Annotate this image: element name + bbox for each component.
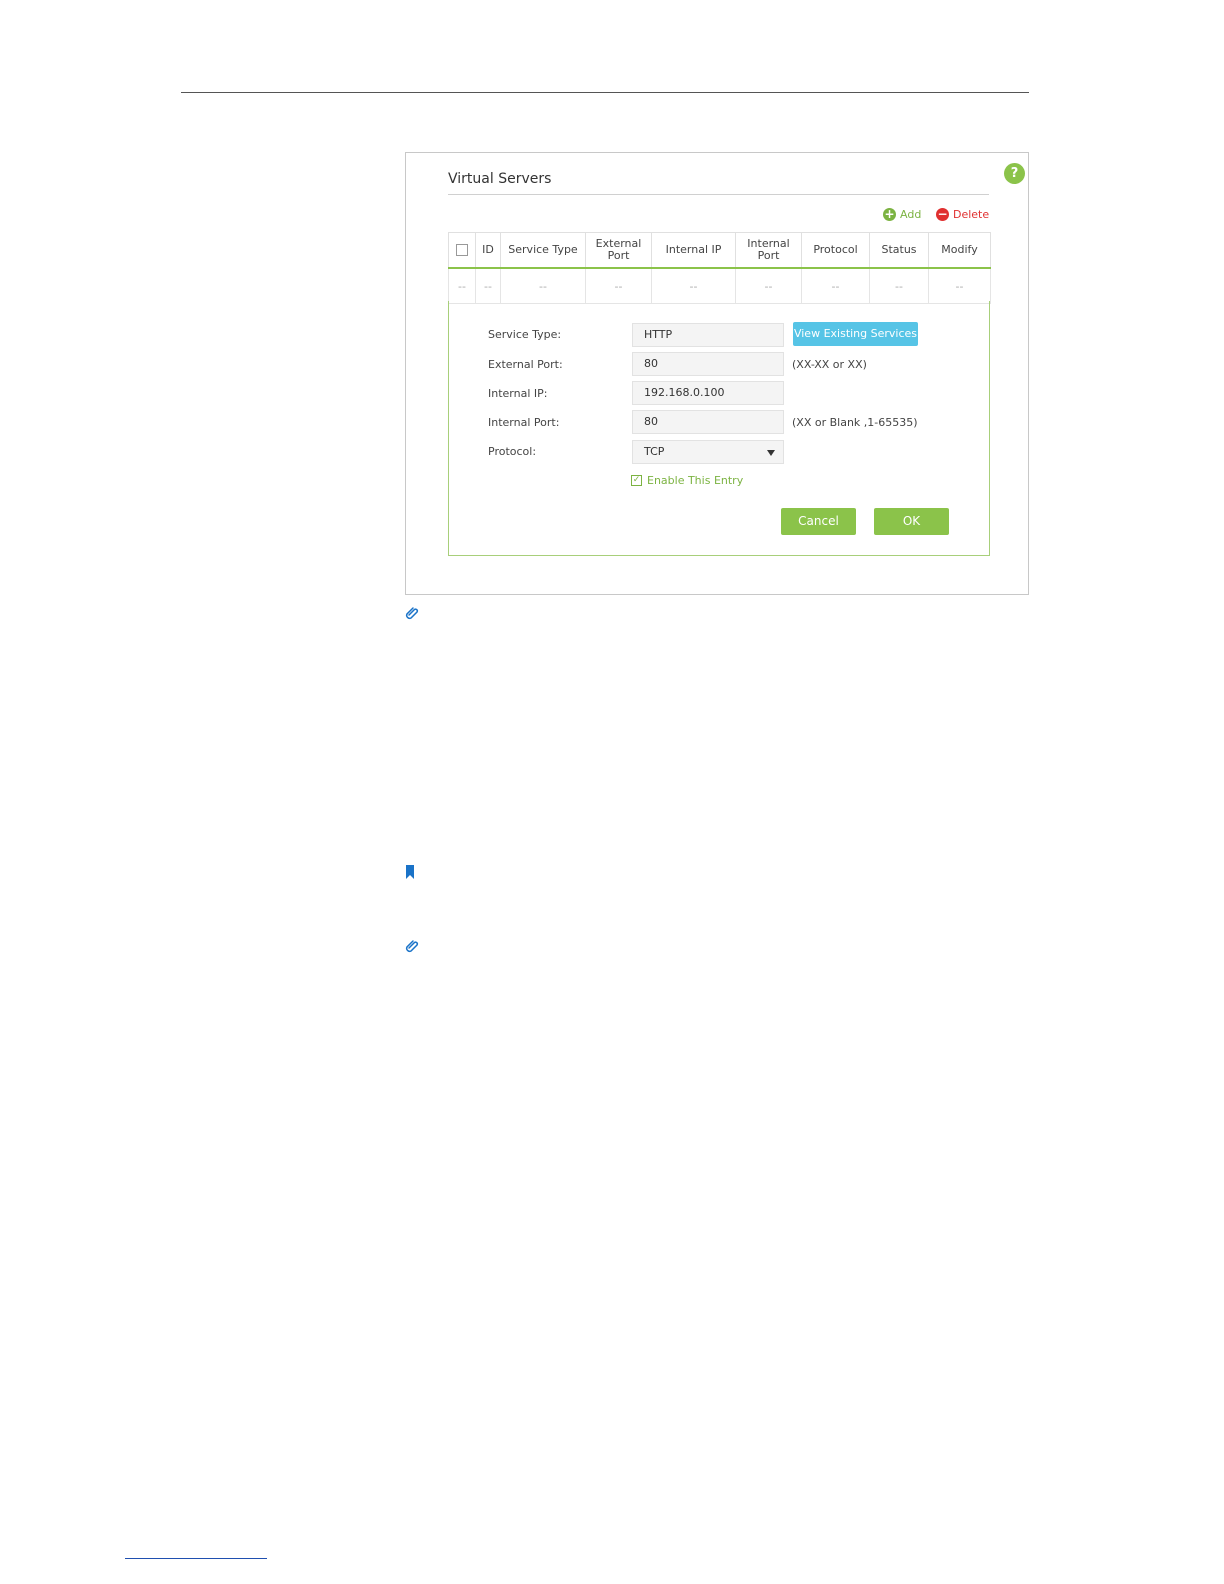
add-button[interactable]: + Add bbox=[883, 208, 921, 221]
table-cell: -- bbox=[928, 267, 991, 304]
internal-port-label: Internal Port: bbox=[488, 416, 560, 429]
delete-button[interactable]: − Delete bbox=[936, 208, 989, 221]
cancel-button[interactable]: Cancel bbox=[781, 508, 856, 535]
table-cell: -- bbox=[869, 267, 929, 304]
add-label: Add bbox=[900, 208, 922, 221]
column-header: Status bbox=[869, 232, 929, 269]
delete-label: Delete bbox=[953, 208, 990, 221]
select-all-header[interactable] bbox=[448, 232, 476, 269]
table-cell: -- bbox=[735, 267, 802, 304]
enable-entry-checkbox[interactable]: ✓ Enable This Entry bbox=[631, 474, 743, 487]
header-rule bbox=[181, 92, 1029, 93]
enable-entry-label: Enable This Entry bbox=[647, 474, 744, 487]
external-port-field[interactable]: 80 bbox=[632, 352, 784, 376]
table-cell: -- bbox=[448, 267, 476, 304]
internal-ip-label: Internal IP: bbox=[488, 387, 548, 400]
service-type-field[interactable]: HTTP bbox=[632, 323, 784, 347]
minus-circle-icon: − bbox=[936, 207, 949, 221]
protocol-value: TCP bbox=[644, 445, 665, 458]
internal-port-hint: (XX or Blank ,1-65535) bbox=[792, 416, 918, 429]
checkbox-checked-icon[interactable]: ✓ bbox=[631, 475, 642, 486]
internal-port-field[interactable]: 80 bbox=[632, 410, 784, 434]
external-port-label: External Port: bbox=[488, 358, 563, 371]
column-header: Internal Port bbox=[735, 232, 802, 269]
external-port-hint: (XX-XX or XX) bbox=[792, 358, 867, 371]
table-cell: -- bbox=[585, 267, 652, 304]
internal-ip-field[interactable]: 192.168.0.100 bbox=[632, 381, 784, 405]
select-all-checkbox[interactable] bbox=[456, 244, 468, 256]
footer-link-underline bbox=[125, 1558, 267, 1559]
protocol-select[interactable]: TCP bbox=[632, 440, 784, 464]
page-title: Virtual Servers bbox=[448, 171, 552, 187]
table-cell: -- bbox=[500, 267, 586, 304]
virtual-servers-table: ID Service Type External Port Internal I… bbox=[448, 232, 991, 304]
view-existing-services-button[interactable]: View Existing Services bbox=[793, 322, 918, 346]
title-divider bbox=[448, 194, 989, 195]
plus-circle-icon: + bbox=[883, 207, 896, 221]
table-row: -- -- -- -- -- -- -- -- -- bbox=[448, 267, 991, 304]
column-header: Internal IP bbox=[651, 232, 736, 269]
table-cell: -- bbox=[475, 267, 501, 304]
column-header: External Port bbox=[585, 232, 652, 269]
dropdown-arrow-icon[interactable] bbox=[767, 450, 775, 456]
table-cell: -- bbox=[651, 267, 736, 304]
ok-button[interactable]: OK bbox=[874, 508, 949, 535]
table-header-row: ID Service Type External Port Internal I… bbox=[448, 232, 991, 269]
column-header: Protocol bbox=[801, 232, 870, 269]
service-type-label: Service Type: bbox=[488, 328, 562, 341]
column-header: ID bbox=[475, 232, 501, 269]
column-header: Modify bbox=[928, 232, 991, 269]
help-icon[interactable]: ? bbox=[1004, 163, 1025, 184]
paperclip-icon bbox=[405, 940, 419, 953]
bookmark-icon bbox=[406, 865, 414, 879]
protocol-label: Protocol: bbox=[488, 445, 537, 458]
paperclip-icon bbox=[405, 607, 419, 620]
table-cell: -- bbox=[801, 267, 870, 304]
column-header: Service Type bbox=[500, 232, 586, 269]
